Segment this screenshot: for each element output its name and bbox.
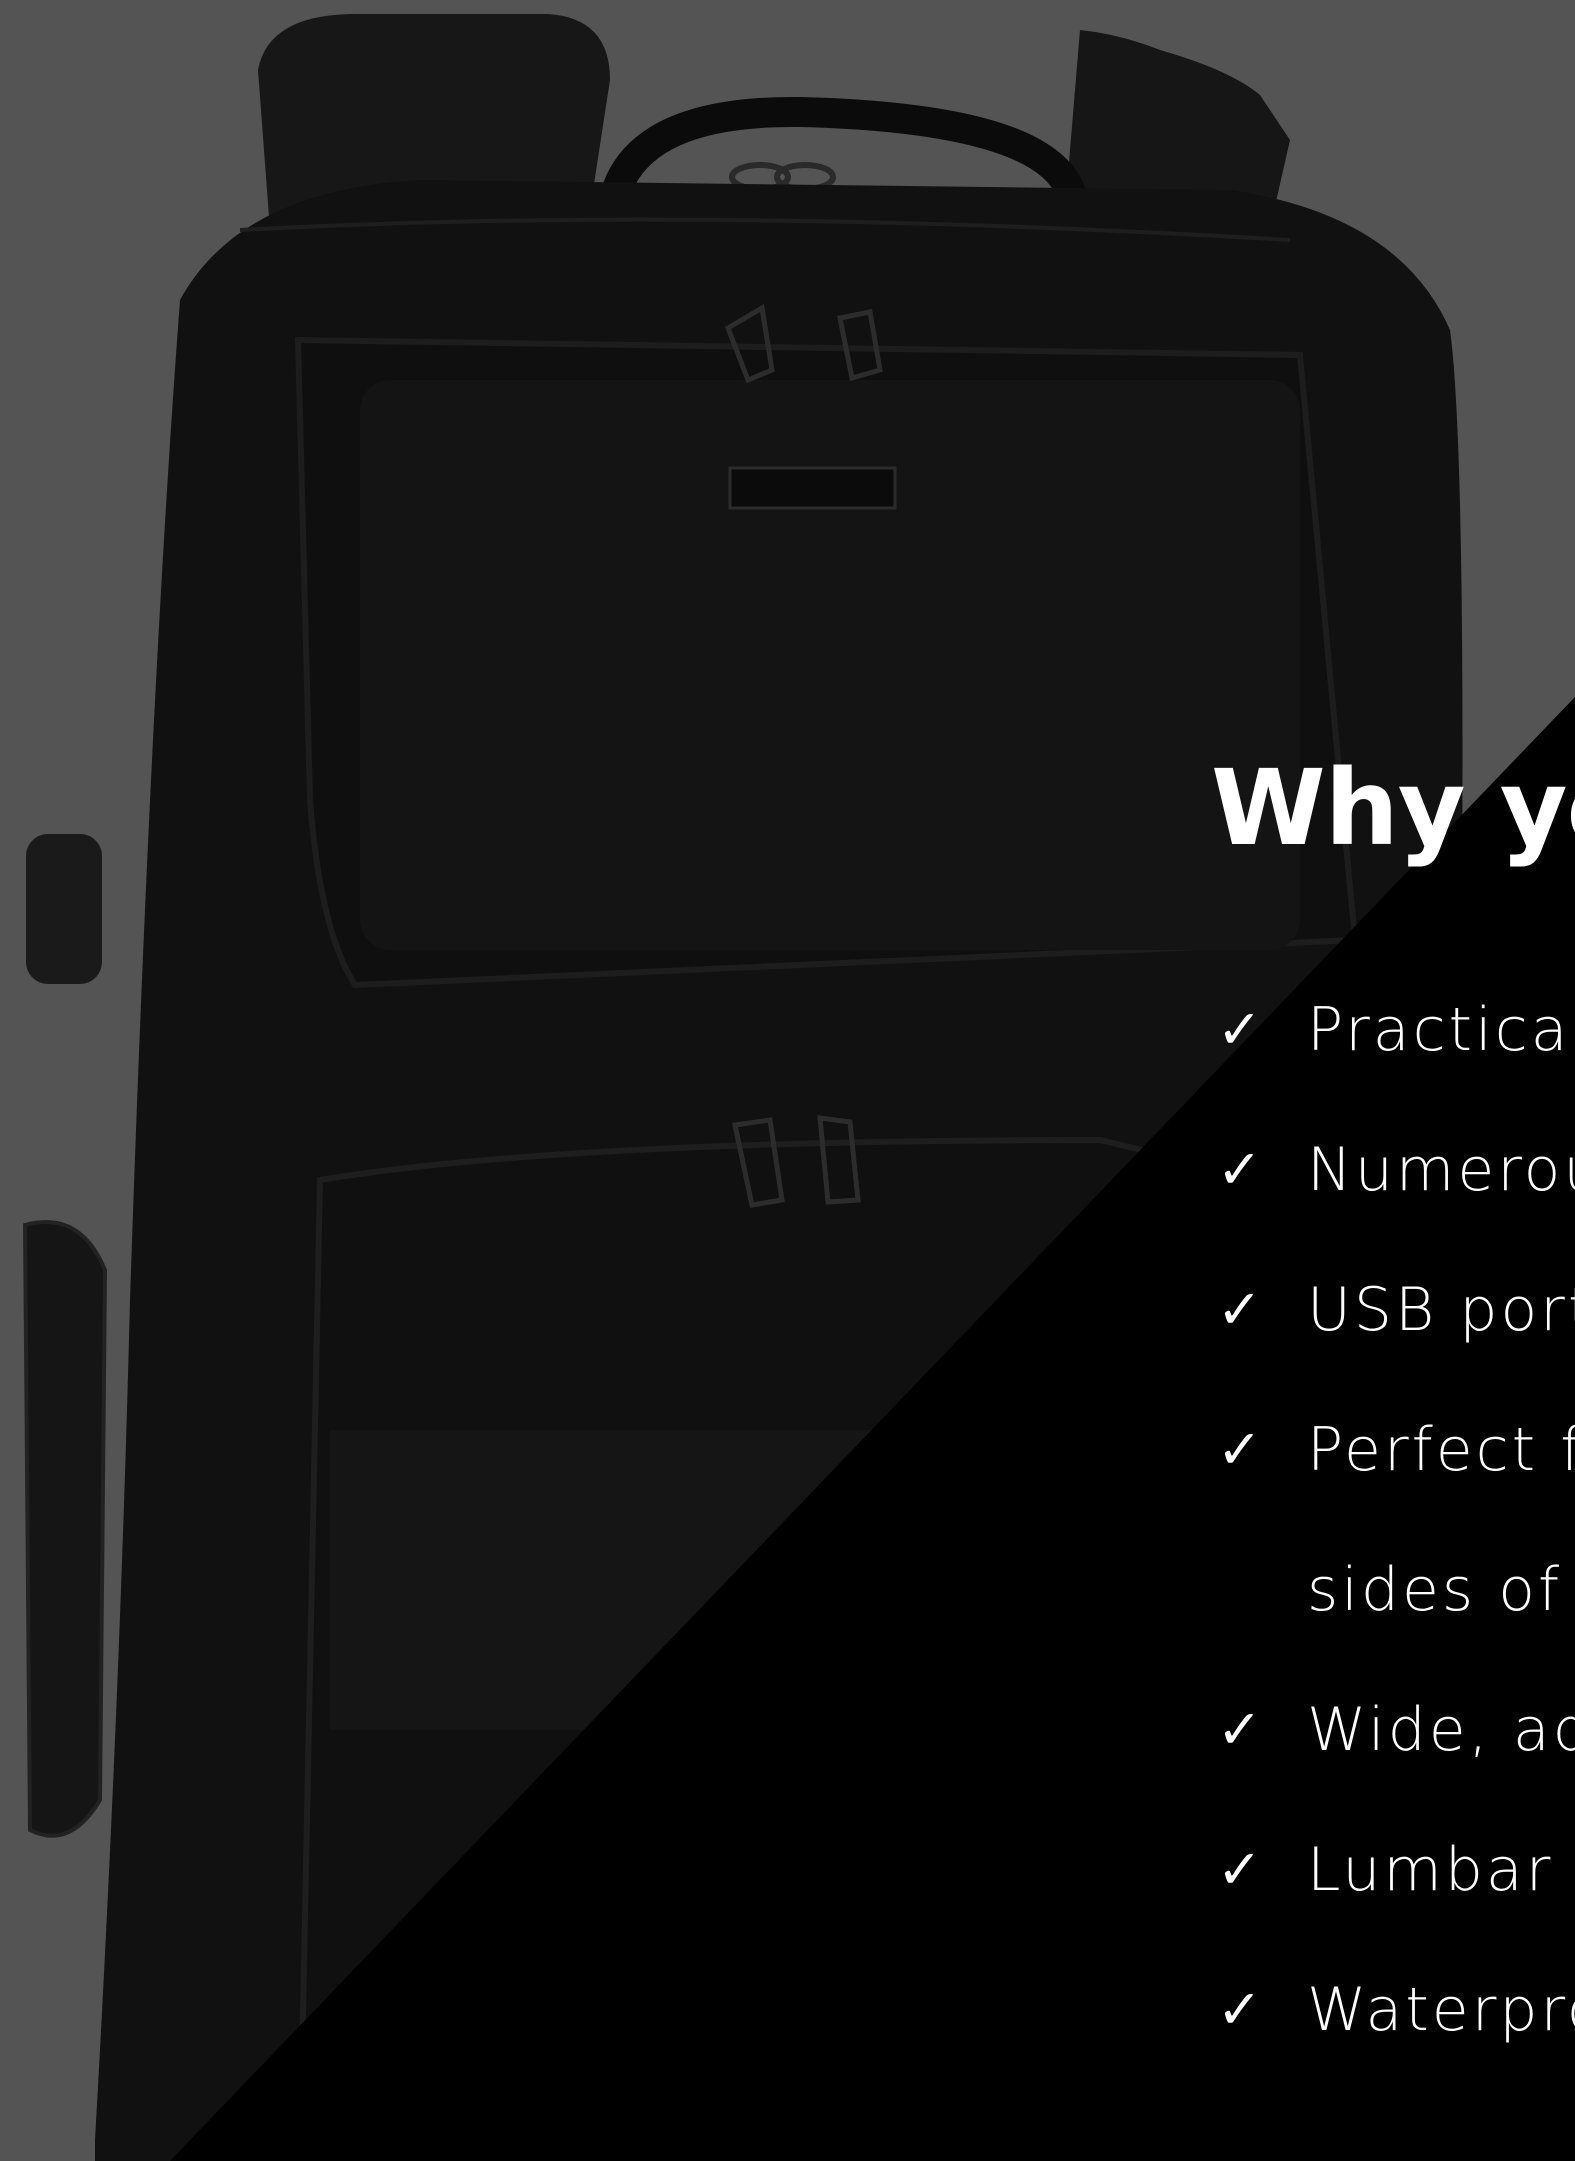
checkmark-icon: ✓: [1216, 1698, 1266, 1761]
feature-text: USB port: [1307, 1275, 1575, 1345]
feature-item: ✓ USB port: [1211, 1240, 1575, 1380]
feature-text: Perfect fo: [1307, 1415, 1575, 1485]
usb-port-housing: [26, 834, 102, 984]
checkmark-icon: ✓: [1216, 998, 1266, 1061]
upper-pocket-panel: [360, 380, 1300, 950]
feature-item: ✓ Lumbar p: [1211, 1800, 1575, 1940]
checkmark-icon: ✓: [1216, 1838, 1266, 1901]
checkmark-icon: ✓: [1216, 1418, 1266, 1481]
feature-text: Waterpro: [1307, 1975, 1575, 2045]
feature-item: ✓ Wide, adj: [1211, 1660, 1575, 1800]
feature-text: Practical: [1307, 995, 1575, 1065]
feature-item: ✓ Numerou: [1211, 1100, 1575, 1240]
product-feature-banner: Why yo ✓ Practical ✓ Numerou ✓ USB port …: [0, 0, 1575, 2161]
checkmark-icon: ✓: [1216, 1978, 1266, 2041]
feature-text: Lumbar p: [1307, 1835, 1575, 1905]
checkmark-icon: ✓: [1216, 1138, 1266, 1201]
side-pocket: [22, 1220, 108, 1838]
feature-list: ✓ Practical ✓ Numerou ✓ USB port ✓ Perfe…: [1211, 960, 1575, 2080]
feature-item: ✓ Waterpro: [1211, 1940, 1575, 2080]
checkmark-icon: ✓: [1216, 1278, 1266, 1341]
section-heading: Why yo: [1211, 747, 1575, 869]
feature-text-continued: sides of th: [1307, 1555, 1575, 1625]
feature-text: Numerou: [1307, 1135, 1575, 1205]
feature-text: Wide, adj: [1307, 1695, 1575, 1765]
logo-plate: [728, 466, 897, 510]
feature-item: ✓ Practical: [1211, 960, 1575, 1100]
feature-item: ✓ Perfect fo sides of th: [1211, 1380, 1575, 1660]
